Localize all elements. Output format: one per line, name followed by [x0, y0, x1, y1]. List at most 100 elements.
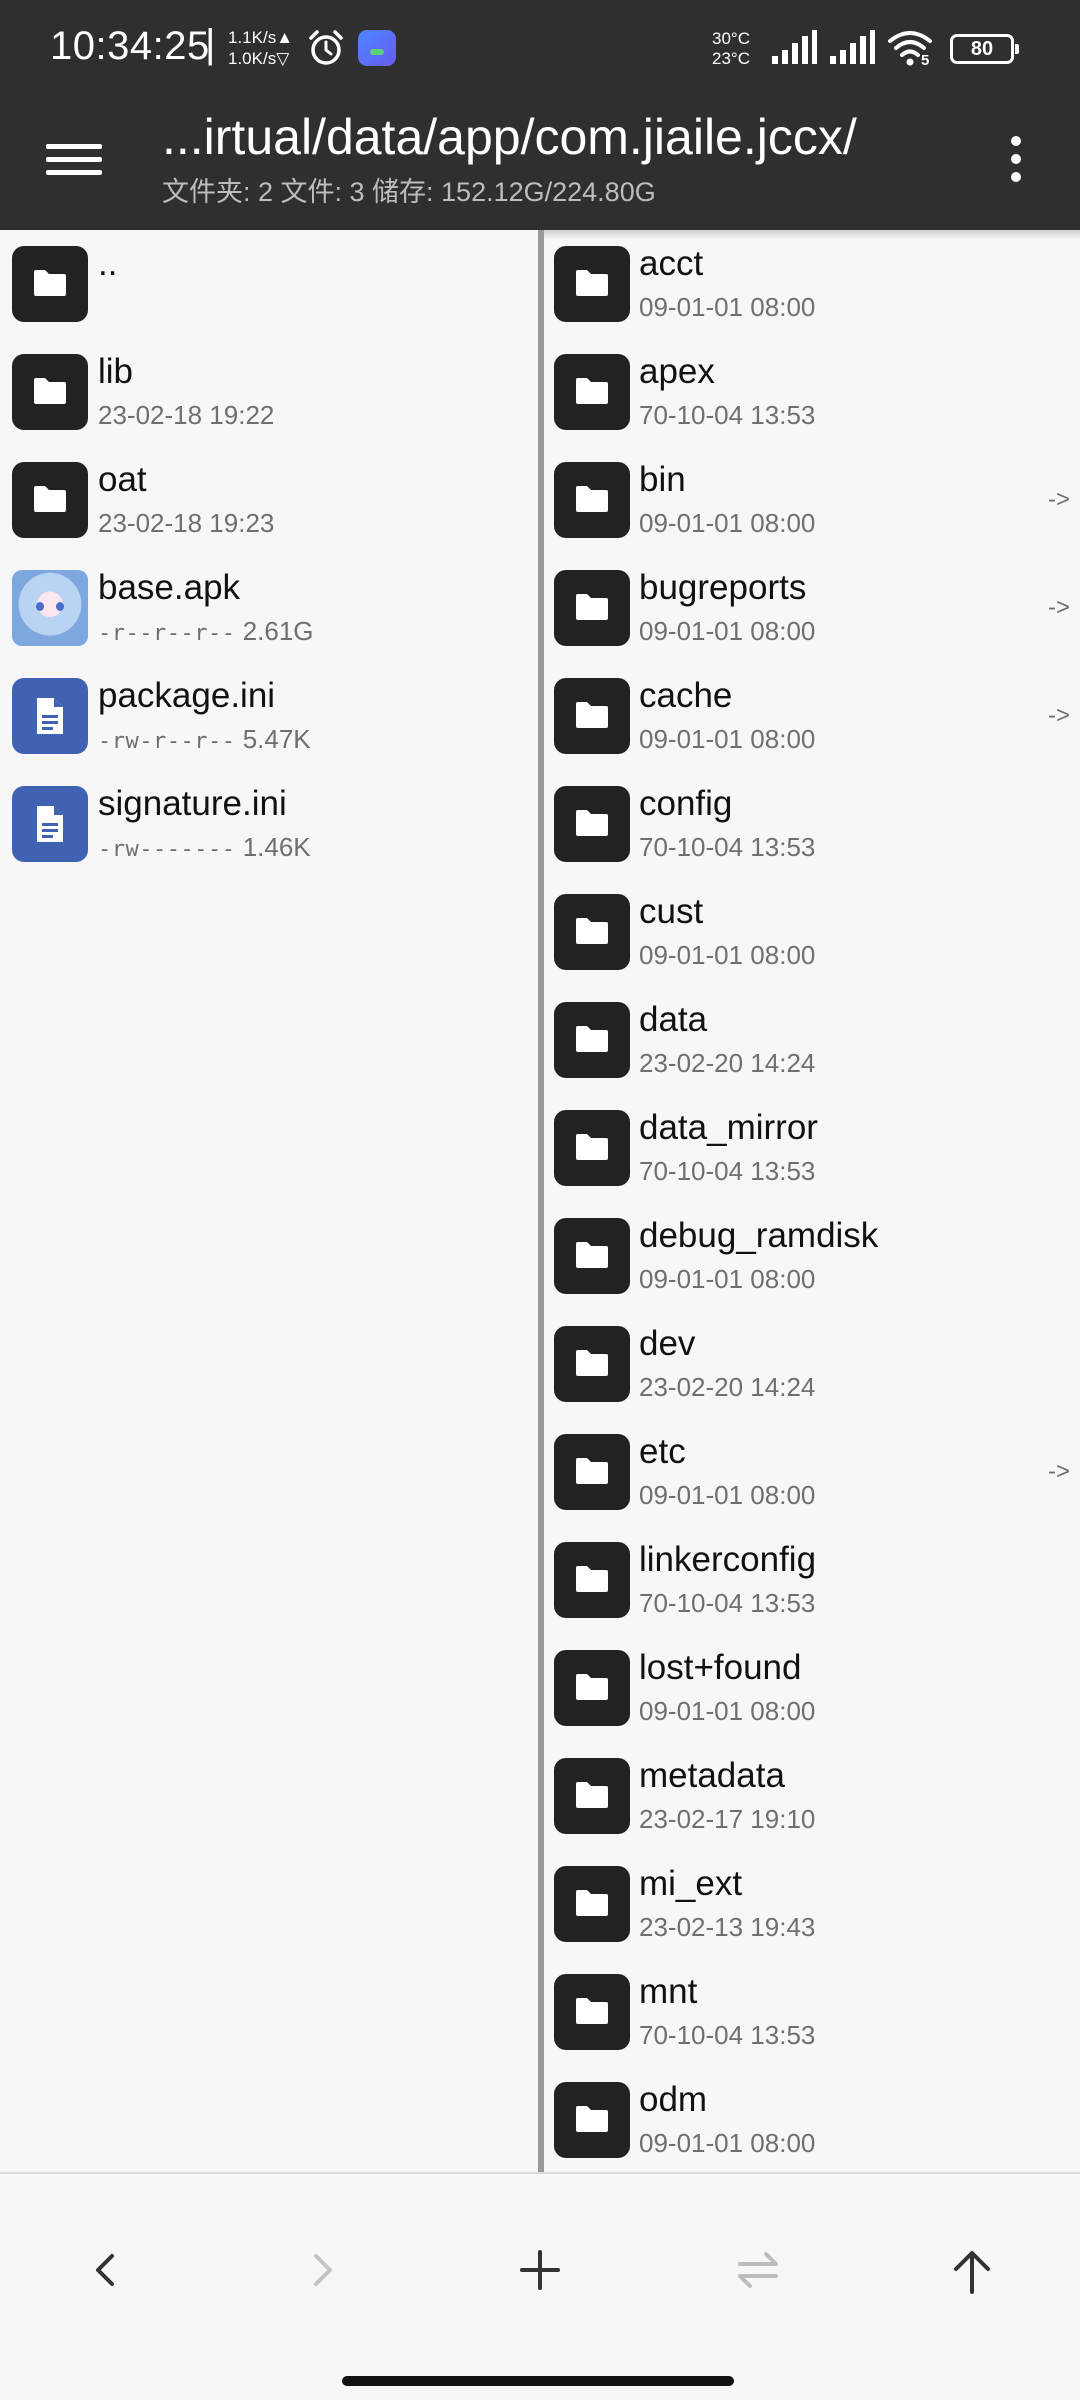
- file-list-item[interactable]: oat 23-02-18 19:23: [0, 446, 540, 554]
- file-name: apex: [639, 352, 715, 391]
- menu-icon[interactable]: [46, 136, 102, 192]
- file-modified-date: 70-10-04 13:53: [639, 1156, 816, 1186]
- file-meta: -rw-r--r-- 5.47K: [98, 724, 311, 755]
- temperature-high: 30°C: [712, 29, 750, 48]
- wifi-standard-badge: 5: [921, 52, 930, 69]
- folder-icon: [554, 570, 630, 646]
- file-size: 1.46K: [242, 832, 311, 862]
- file-name: lost+found: [639, 1648, 802, 1687]
- file-modified-date: 23-02-20 14:24: [639, 1048, 816, 1078]
- file-list-item[interactable]: config 70-10-04 13:53: [544, 770, 1080, 878]
- file-list-item[interactable]: lost+found 09-01-01 08:00: [544, 1634, 1080, 1742]
- file-list-item[interactable]: mi_ext 23-02-13 19:43: [544, 1850, 1080, 1958]
- file-list-item[interactable]: ..: [0, 230, 540, 338]
- file-modified-date: 70-10-04 13:53: [639, 832, 816, 862]
- folder-icon: [12, 354, 88, 430]
- folder-icon: [554, 1110, 630, 1186]
- file-name: ..: [98, 244, 118, 283]
- file-modified-date: 09-01-01 08:00: [639, 508, 816, 538]
- file-list-item[interactable]: data 23-02-20 14:24: [544, 986, 1080, 1094]
- file-list-item[interactable]: apex 70-10-04 13:53: [544, 338, 1080, 446]
- file-modified-date: 70-10-04 13:53: [639, 2020, 816, 2050]
- file-modified-date: 09-01-01 08:00: [639, 1264, 816, 1294]
- add-button[interactable]: [500, 2230, 580, 2310]
- file-permissions: -rw-r--r--: [98, 729, 236, 754]
- file-name: debug_ramdisk: [639, 1216, 879, 1255]
- symlink-indicator: ->: [1047, 702, 1070, 729]
- file-modified-date: 23-02-20 14:24: [639, 1372, 816, 1402]
- file-list-item[interactable]: mnt 70-10-04 13:53: [544, 1958, 1080, 2066]
- file-list-item[interactable]: odm 09-01-01 08:00: [544, 2066, 1080, 2172]
- file-modified-date: 09-01-01 08:00: [639, 940, 816, 970]
- folder-icon: [12, 246, 88, 322]
- file-name: cache: [639, 676, 733, 715]
- folder-icon: [554, 1218, 630, 1294]
- file-name: bin: [639, 460, 686, 499]
- file-list-item[interactable]: bugreports 09-01-01 08:00 ->: [544, 554, 1080, 662]
- symlink-indicator: ->: [1047, 486, 1070, 513]
- file-name: acct: [639, 244, 704, 283]
- pane-shadow: [544, 230, 1080, 240]
- file-modified-date: 09-01-01 08:00: [639, 1696, 816, 1726]
- file-meta: -rw------- 1.46K: [98, 832, 311, 863]
- battery-icon: 80: [950, 34, 1019, 64]
- file-list-item[interactable]: data_mirror 70-10-04 13:53: [544, 1094, 1080, 1202]
- folder-icon: [554, 2082, 630, 2158]
- parent-dir-button[interactable]: [932, 2230, 1012, 2310]
- file-list-item[interactable]: cust 09-01-01 08:00: [544, 878, 1080, 986]
- swap-panes-button[interactable]: [716, 2230, 796, 2310]
- more-options-icon[interactable]: [1000, 130, 1032, 194]
- folder-icon: [554, 1974, 630, 2050]
- network-speed-up: 1.1K/s▲: [228, 28, 294, 47]
- file-name: signature.ini: [98, 784, 287, 823]
- right-file-pane[interactable]: acct 09-01-01 08:00 apex 70-10-04 13:53 bin 0…: [544, 230, 1080, 2172]
- back-button[interactable]: [66, 2230, 146, 2310]
- file-list-item[interactable]: etc 09-01-01 08:00 ->: [544, 1418, 1080, 1526]
- forward-button[interactable]: [282, 2230, 362, 2310]
- home-indicator[interactable]: [342, 2376, 734, 2386]
- file-modified-date: 70-10-04 13:53: [639, 1588, 816, 1618]
- symlink-indicator: ->: [1047, 594, 1070, 621]
- app-bar: ...irtual/data/app/com.jiaile.jccx/ 文件夹:…: [0, 96, 1080, 230]
- file-name: linkerconfig: [639, 1540, 817, 1579]
- folder-icon: [554, 1650, 630, 1726]
- file-list-item[interactable]: bin 09-01-01 08:00 ->: [544, 446, 1080, 554]
- file-name: mnt: [639, 1972, 698, 2011]
- file-list-item[interactable]: dev 23-02-20 14:24: [544, 1310, 1080, 1418]
- file-list-item[interactable]: cache 09-01-01 08:00 ->: [544, 662, 1080, 770]
- file-name: base.apk: [98, 568, 241, 607]
- file-name: data: [639, 1000, 708, 1039]
- file-list-item[interactable]: debug_ramdisk 09-01-01 08:00: [544, 1202, 1080, 1310]
- file-modified-date: 23-02-17 19:10: [639, 1804, 816, 1834]
- file-list-item[interactable]: lib 23-02-18 19:22: [0, 338, 540, 446]
- plus-icon: [520, 2250, 560, 2290]
- file-list-item[interactable]: metadata 23-02-17 19:10: [544, 1742, 1080, 1850]
- folder-icon: [554, 1002, 630, 1078]
- file-modified-date: 09-01-01 08:00: [639, 292, 816, 322]
- file-name: dev: [639, 1324, 696, 1363]
- file-modified-date: 23-02-18 19:22: [98, 400, 275, 430]
- file-list-item[interactable]: signature.ini -rw------- 1.46K: [0, 770, 540, 878]
- file-modified-date: 09-01-01 08:00: [639, 616, 816, 646]
- file-meta: -r--r--r-- 2.61G: [98, 616, 314, 647]
- folder-icon: [554, 462, 630, 538]
- left-file-pane[interactable]: .. lib 23-02-18 19:22 oat 23-02-18 19:23 base…: [0, 230, 540, 2172]
- document-icon: [12, 678, 88, 754]
- file-list-item[interactable]: linkerconfig 70-10-04 13:53: [544, 1526, 1080, 1634]
- status-bar: 10:34:25 | 1.1K/s▲ 1.0K/s▽ 30°C 23°C 5 8…: [0, 0, 1080, 96]
- file-list-item[interactable]: base.apk -r--r--r-- 2.61G: [0, 554, 540, 662]
- file-modified-date: 09-01-01 08:00: [639, 2128, 816, 2158]
- file-modified-date: 70-10-04 13:53: [639, 400, 816, 430]
- alarm-icon: [306, 28, 346, 73]
- file-list-item[interactable]: acct 09-01-01 08:00: [544, 230, 1080, 338]
- folder-icon: [554, 678, 630, 754]
- current-path[interactable]: ...irtual/data/app/com.jiaile.jccx/: [162, 108, 857, 166]
- file-modified-date: 09-01-01 08:00: [639, 724, 816, 754]
- folder-icon: [554, 246, 630, 322]
- file-list-item[interactable]: package.ini -rw-r--r-- 5.47K: [0, 662, 540, 770]
- file-name: odm: [639, 2080, 708, 2119]
- document-icon: [12, 786, 88, 862]
- file-size: 5.47K: [242, 724, 311, 754]
- file-permissions: -rw-------: [98, 837, 236, 862]
- status-separator: |: [205, 22, 216, 66]
